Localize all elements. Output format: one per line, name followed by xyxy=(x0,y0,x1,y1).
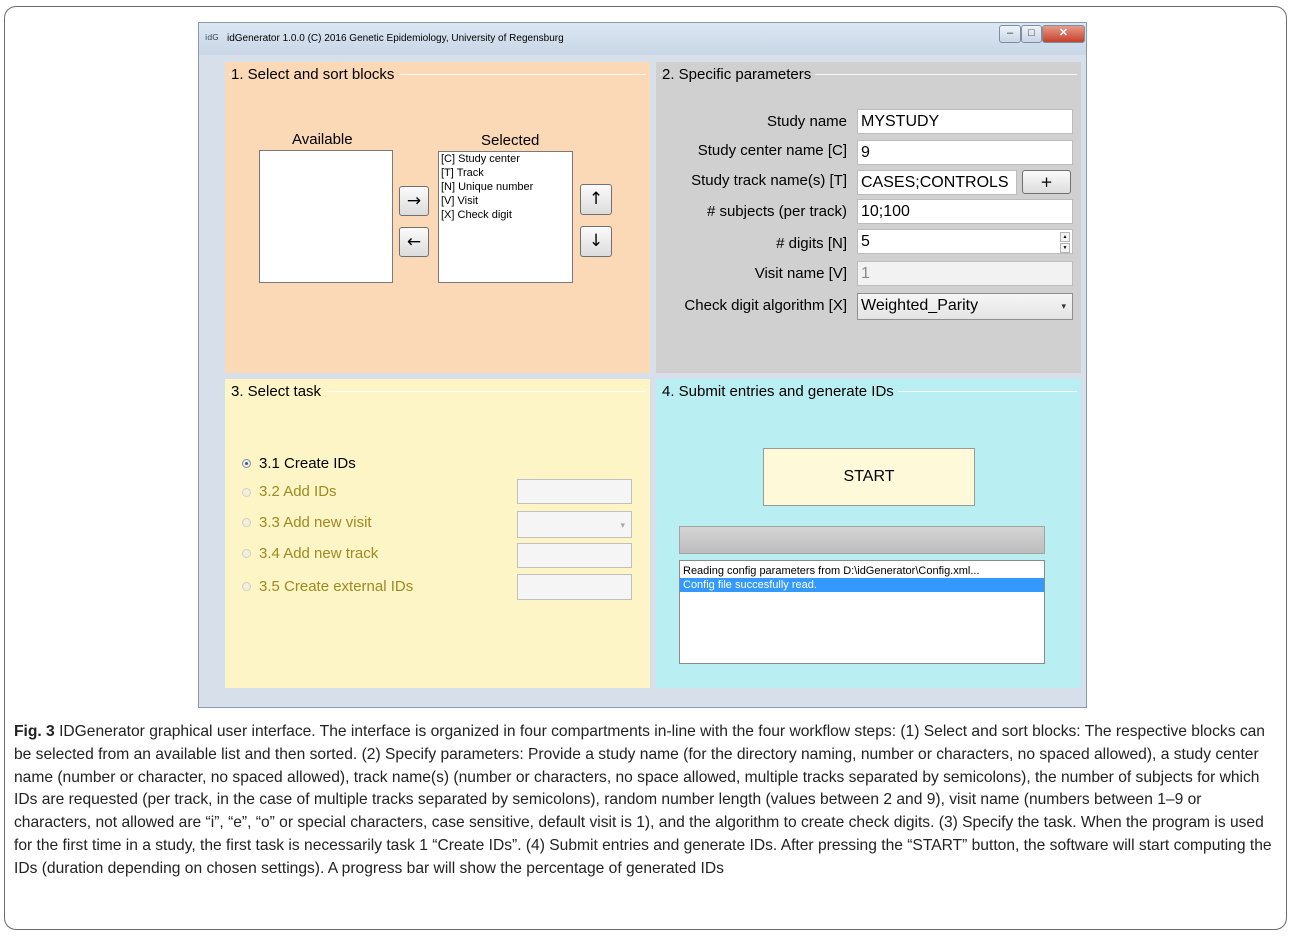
add-visit-select[interactable]: ▾ xyxy=(517,511,632,538)
move-down-button[interactable]: ↓ xyxy=(580,226,612,257)
study-center-input[interactable]: 9 xyxy=(857,140,1073,165)
caption-label: Fig. 3 xyxy=(14,723,55,740)
start-button[interactable]: START xyxy=(763,448,975,506)
subjects-input[interactable]: 10;100 xyxy=(857,199,1073,224)
available-list[interactable] xyxy=(259,150,393,283)
log-line-selected[interactable]: Config file succesfully read. xyxy=(680,578,1044,592)
digits-value: 5 xyxy=(861,233,870,250)
track-name-label: Study track name(s) [T] xyxy=(691,172,847,189)
available-label: Available xyxy=(292,131,353,148)
selected-list[interactable]: [C] Study center [T] Track [N] Unique nu… xyxy=(438,151,573,283)
add-ids-input[interactable] xyxy=(517,479,632,504)
visit-name-label: Visit name [V] xyxy=(754,265,847,282)
chevron-down-icon: ▾ xyxy=(1061,301,1066,311)
list-item[interactable]: [C] Study center xyxy=(439,152,572,166)
move-left-button[interactable]: ← xyxy=(399,227,429,257)
radio-add-new-track[interactable] xyxy=(242,549,251,558)
close-button[interactable]: ✕ xyxy=(1042,25,1085,43)
log-list[interactable]: Reading config parameters from D:\idGene… xyxy=(679,560,1045,664)
panel-title: 1. Select and sort blocks xyxy=(231,66,399,83)
check-digit-label: Check digit algorithm [X] xyxy=(684,297,847,314)
digits-stepper[interactable]: 5 ▲ ▼ xyxy=(857,229,1073,254)
radio-add-ids[interactable] xyxy=(242,488,251,497)
digits-label: # digits [N] xyxy=(776,235,847,252)
track-name-input[interactable]: CASES;CONTROLS xyxy=(857,170,1017,195)
add-track-input[interactable] xyxy=(517,543,632,568)
panel-title: 4. Submit entries and generate IDs xyxy=(662,383,898,400)
log-line: Reading config parameters from D:\idGene… xyxy=(683,565,980,577)
selected-label: Selected xyxy=(481,132,540,149)
option-create-external-ids[interactable]: 3.5 Create external IDs xyxy=(259,578,413,595)
study-name-input[interactable]: MYSTUDY xyxy=(857,109,1073,134)
panel-title: 3. Select task xyxy=(231,383,326,400)
stepper-up-icon[interactable]: ▲ xyxy=(1060,232,1070,242)
progress-bar xyxy=(679,526,1045,554)
minimize-button[interactable]: – xyxy=(999,25,1021,43)
list-item[interactable]: [T] Track xyxy=(439,166,572,180)
visit-name-input[interactable]: 1 xyxy=(857,261,1073,286)
option-add-new-visit[interactable]: 3.3 Add new visit xyxy=(259,514,372,531)
option-add-new-track[interactable]: 3.4 Add new track xyxy=(259,545,378,562)
chevron-down-icon: ▾ xyxy=(620,520,625,530)
study-name-label: Study name xyxy=(766,113,847,130)
app-icon: idG xyxy=(205,33,219,42)
radio-create-ids[interactable] xyxy=(242,459,251,468)
panel-title: 2. Specific parameters xyxy=(662,66,816,83)
check-digit-value: Weighted_Parity xyxy=(861,297,979,314)
title-bar: idG idGenerator 1.0.0 (C) 2016 Genetic E… xyxy=(199,23,1086,55)
add-track-button[interactable]: + xyxy=(1022,170,1071,194)
radio-add-new-visit[interactable] xyxy=(242,518,251,527)
move-right-button[interactable]: → xyxy=(399,186,429,216)
check-digit-select[interactable]: Weighted_Parity ▾ xyxy=(857,293,1073,320)
window-title: idGenerator 1.0.0 (C) 2016 Genetic Epide… xyxy=(227,33,564,44)
caption-text: IDGenerator graphical user interface. Th… xyxy=(14,723,1272,877)
list-item[interactable]: [V] Visit xyxy=(439,194,572,208)
study-center-label: Study center name [C] xyxy=(697,142,847,159)
list-item[interactable]: [N] Unique number xyxy=(439,180,572,194)
option-add-ids[interactable]: 3.2 Add IDs xyxy=(259,483,337,500)
list-item[interactable]: [X] Check digit xyxy=(439,208,572,222)
external-ids-input[interactable] xyxy=(517,574,632,600)
stepper-arrows[interactable]: ▲ ▼ xyxy=(1060,232,1070,253)
stepper-down-icon[interactable]: ▼ xyxy=(1060,243,1070,253)
maximize-button[interactable]: □ xyxy=(1021,25,1042,43)
radio-create-external-ids[interactable] xyxy=(242,582,251,591)
figure-caption: Fig. 3 IDGenerator graphical user interf… xyxy=(14,721,1282,881)
move-up-button[interactable]: ↑ xyxy=(580,184,612,215)
option-create-ids[interactable]: 3.1 Create IDs xyxy=(259,455,356,472)
subjects-label: # subjects (per track) xyxy=(706,203,847,220)
